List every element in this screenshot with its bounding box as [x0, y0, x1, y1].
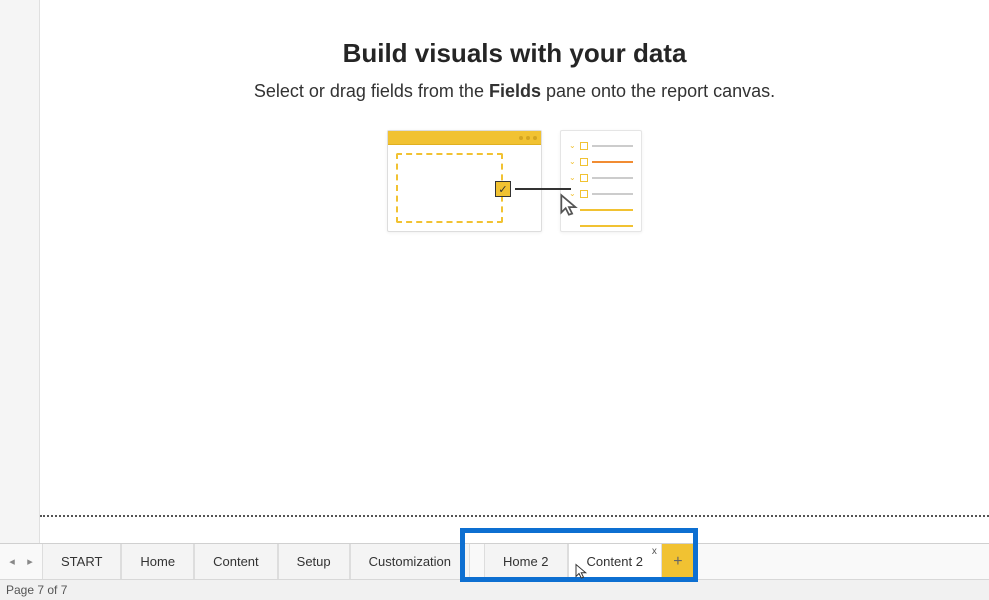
tab-home[interactable]: Home — [121, 544, 194, 579]
cursor-icon — [557, 193, 583, 224]
empty-state: Build visuals with your data Select or d… — [40, 0, 989, 232]
page-info: Page 7 of 7 — [6, 583, 67, 597]
close-icon[interactable]: x — [652, 546, 657, 557]
empty-state-title: Build visuals with your data — [40, 38, 989, 69]
tab-nav-arrows: ◂ ▸ — [0, 544, 42, 579]
tab-label: Content 2 — [587, 554, 643, 569]
empty-state-illustration: ✓ ⌄ ⌄ ⌄ ⌄ ⌄ ⌄ — [40, 130, 989, 232]
tab-label: START — [61, 554, 102, 569]
subtitle-pre: Select or drag fields from the — [254, 81, 489, 101]
tab-label: Home — [140, 554, 175, 569]
tab-start[interactable]: START — [42, 544, 121, 579]
canvas-divider — [40, 515, 989, 517]
tab-nav-next[interactable]: ▸ — [22, 550, 38, 574]
checkbox-icon: ✓ — [495, 181, 511, 197]
tab-label: Content — [213, 554, 259, 569]
tab-customization[interactable]: Customization — [350, 544, 470, 579]
tab-label: Setup — [297, 554, 331, 569]
tab-content-2[interactable]: Content 2 x — [568, 544, 662, 579]
subtitle-bold: Fields — [489, 81, 541, 101]
illustration-canvas: ✓ — [387, 130, 542, 232]
status-bar: Page 7 of 7 — [0, 579, 989, 600]
plus-icon: + — [673, 553, 682, 571]
tab-nav-prev[interactable]: ◂ — [4, 550, 20, 574]
report-canvas[interactable]: Build visuals with your data Select or d… — [40, 0, 989, 515]
tab-label: Customization — [369, 554, 451, 569]
tab-content[interactable]: Content — [194, 544, 278, 579]
left-rail — [0, 0, 40, 545]
tab-home-2[interactable]: Home 2 — [484, 544, 568, 579]
page-tabs-bar: ◂ ▸ START Home Content Setup Customizati… — [0, 543, 989, 579]
add-page-button[interactable]: + — [662, 544, 694, 579]
tab-label: Home 2 — [503, 554, 549, 569]
tab-setup[interactable]: Setup — [278, 544, 350, 579]
empty-state-subtitle: Select or drag fields from the Fields pa… — [40, 81, 989, 102]
subtitle-post: pane onto the report canvas. — [541, 81, 775, 101]
